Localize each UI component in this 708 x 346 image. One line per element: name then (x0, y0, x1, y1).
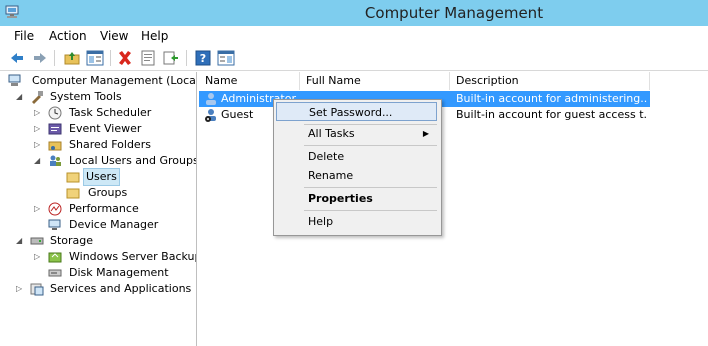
expand-icon[interactable]: ▷ (34, 201, 44, 217)
collapse-icon[interactable]: ◢ (16, 233, 26, 249)
tree-item-services-and-applications[interactable]: ▷ Services and Applications (16, 281, 196, 297)
context-menu-delete[interactable]: Delete (276, 147, 437, 166)
event-viewer-icon (48, 122, 62, 136)
properties-icon[interactable] (140, 50, 156, 66)
storage-icon (30, 234, 44, 248)
svg-text:?: ? (200, 52, 206, 65)
tree-label: Computer Management (Local (32, 74, 197, 87)
folder-icon (66, 170, 80, 184)
backup-icon (48, 250, 62, 264)
menu-file[interactable]: File (14, 29, 34, 43)
tree-item-users[interactable]: Users (62, 168, 196, 186)
clock-icon (48, 106, 62, 120)
show-hide-action-pane-icon[interactable] (217, 50, 235, 66)
context-menu-all-tasks[interactable]: All Tasks ▶ (276, 124, 437, 143)
tree-label: System Tools (50, 90, 122, 103)
collapse-icon[interactable]: ◢ (34, 153, 44, 169)
column-header-description[interactable]: Description (450, 72, 650, 90)
title-bar: Computer Management (0, 0, 708, 26)
context-menu-separator (304, 145, 437, 146)
expand-icon[interactable]: ▷ (34, 249, 44, 265)
console-tree[interactable]: Computer Management (Local ◢ System Tool… (4, 72, 197, 346)
help-icon[interactable]: ? (195, 50, 211, 66)
users-group-icon (48, 154, 62, 168)
tree-label: Groups (88, 186, 128, 199)
tree-item-event-viewer[interactable]: ▷ Event Viewer (34, 121, 196, 137)
performance-icon (48, 202, 62, 216)
expand-icon[interactable]: ▷ (16, 281, 26, 297)
tree-label: Device Manager (69, 218, 159, 231)
back-icon[interactable] (9, 50, 25, 66)
menu-help[interactable]: Help (141, 29, 168, 43)
cell-description: Built-in account for administering... (456, 92, 648, 105)
export-icon[interactable] (163, 50, 179, 66)
user-disabled-icon (204, 108, 218, 122)
expand-icon[interactable]: ▷ (34, 121, 44, 137)
collapse-icon[interactable]: ◢ (16, 89, 26, 105)
tree-item-computer-management[interactable]: Computer Management (Local (6, 73, 196, 89)
toolbar-separator (186, 50, 187, 66)
tree-label: Disk Management (69, 266, 169, 279)
tree-item-disk-management[interactable]: Disk Management (34, 265, 196, 281)
menu-item-label: Help (308, 215, 334, 228)
tree-label: Task Scheduler (69, 106, 152, 119)
context-menu-help[interactable]: Help (276, 212, 437, 231)
context-menu-rename[interactable]: Rename (276, 166, 437, 185)
column-header-full-name[interactable]: Full Name (300, 72, 450, 90)
user-icon (204, 92, 218, 106)
menu-action[interactable]: Action (49, 29, 87, 43)
column-header-name[interactable]: Name (199, 72, 300, 90)
menu-item-label: Properties (308, 192, 373, 205)
tree-label: Local Users and Groups (69, 154, 197, 167)
context-menu-set-password[interactable]: Set Password... (276, 102, 437, 121)
cell-description: Built-in account for guest access t... (456, 108, 648, 121)
context-menu-properties[interactable]: Properties (276, 189, 437, 208)
tree-item-storage[interactable]: ◢ Storage (16, 233, 196, 249)
tools-icon (30, 90, 44, 104)
tree-item-performance[interactable]: ▷ Performance (34, 201, 196, 217)
tree-item-shared-folders[interactable]: ▷ Shared Folders (34, 137, 196, 153)
submenu-arrow-icon: ▶ (422, 129, 429, 138)
toolbar-separator (110, 50, 111, 66)
tree-item-windows-server-backup[interactable]: ▷ Windows Server Backup (34, 249, 196, 265)
up-folder-icon[interactable] (64, 50, 80, 66)
menu-bar: File Action View Help (0, 26, 708, 46)
tree-item-groups[interactable]: Groups (62, 185, 196, 201)
context-menu-separator (304, 187, 437, 188)
tree-item-system-tools[interactable]: ◢ System Tools (16, 89, 196, 105)
menu-item-label: All Tasks (308, 127, 355, 140)
menu-item-label: Set Password... (309, 106, 393, 119)
disk-icon (48, 266, 62, 280)
toolbar-separator (54, 50, 55, 66)
tree-item-device-manager[interactable]: Device Manager (34, 217, 196, 233)
tree-label: Users (83, 168, 120, 186)
tree-label: Shared Folders (69, 138, 151, 151)
folder-icon (66, 186, 80, 200)
tree-label: Performance (69, 202, 139, 215)
window-title: Computer Management (364, 4, 544, 22)
forward-icon[interactable] (32, 50, 48, 66)
services-icon (30, 282, 44, 296)
expand-icon[interactable]: ▷ (34, 105, 44, 121)
context-menu: Set Password... All Tasks ▶ Delete Rename… (273, 99, 442, 236)
menu-item-label: Delete (308, 150, 345, 163)
tree-item-task-scheduler[interactable]: ▷ Task Scheduler (34, 105, 196, 121)
expand-icon[interactable]: ▷ (34, 137, 44, 153)
show-hide-tree-icon[interactable] (86, 50, 104, 66)
toolbar: ? (0, 46, 708, 71)
tree-label: Storage (50, 234, 94, 247)
delete-icon[interactable] (117, 50, 133, 66)
tree-item-local-users-and-groups[interactable]: ◢ Local Users and Groups (34, 153, 196, 169)
tree-label: Windows Server Backup (69, 250, 197, 263)
tree-label: Services and Applications (50, 282, 192, 295)
context-menu-separator (304, 210, 437, 211)
menu-item-label: Rename (308, 169, 354, 182)
tree-label: Event Viewer (69, 122, 142, 135)
computer-icon (8, 74, 22, 88)
device-manager-icon (48, 218, 62, 232)
shared-folder-icon (48, 138, 62, 152)
menu-view[interactable]: View (100, 29, 128, 43)
